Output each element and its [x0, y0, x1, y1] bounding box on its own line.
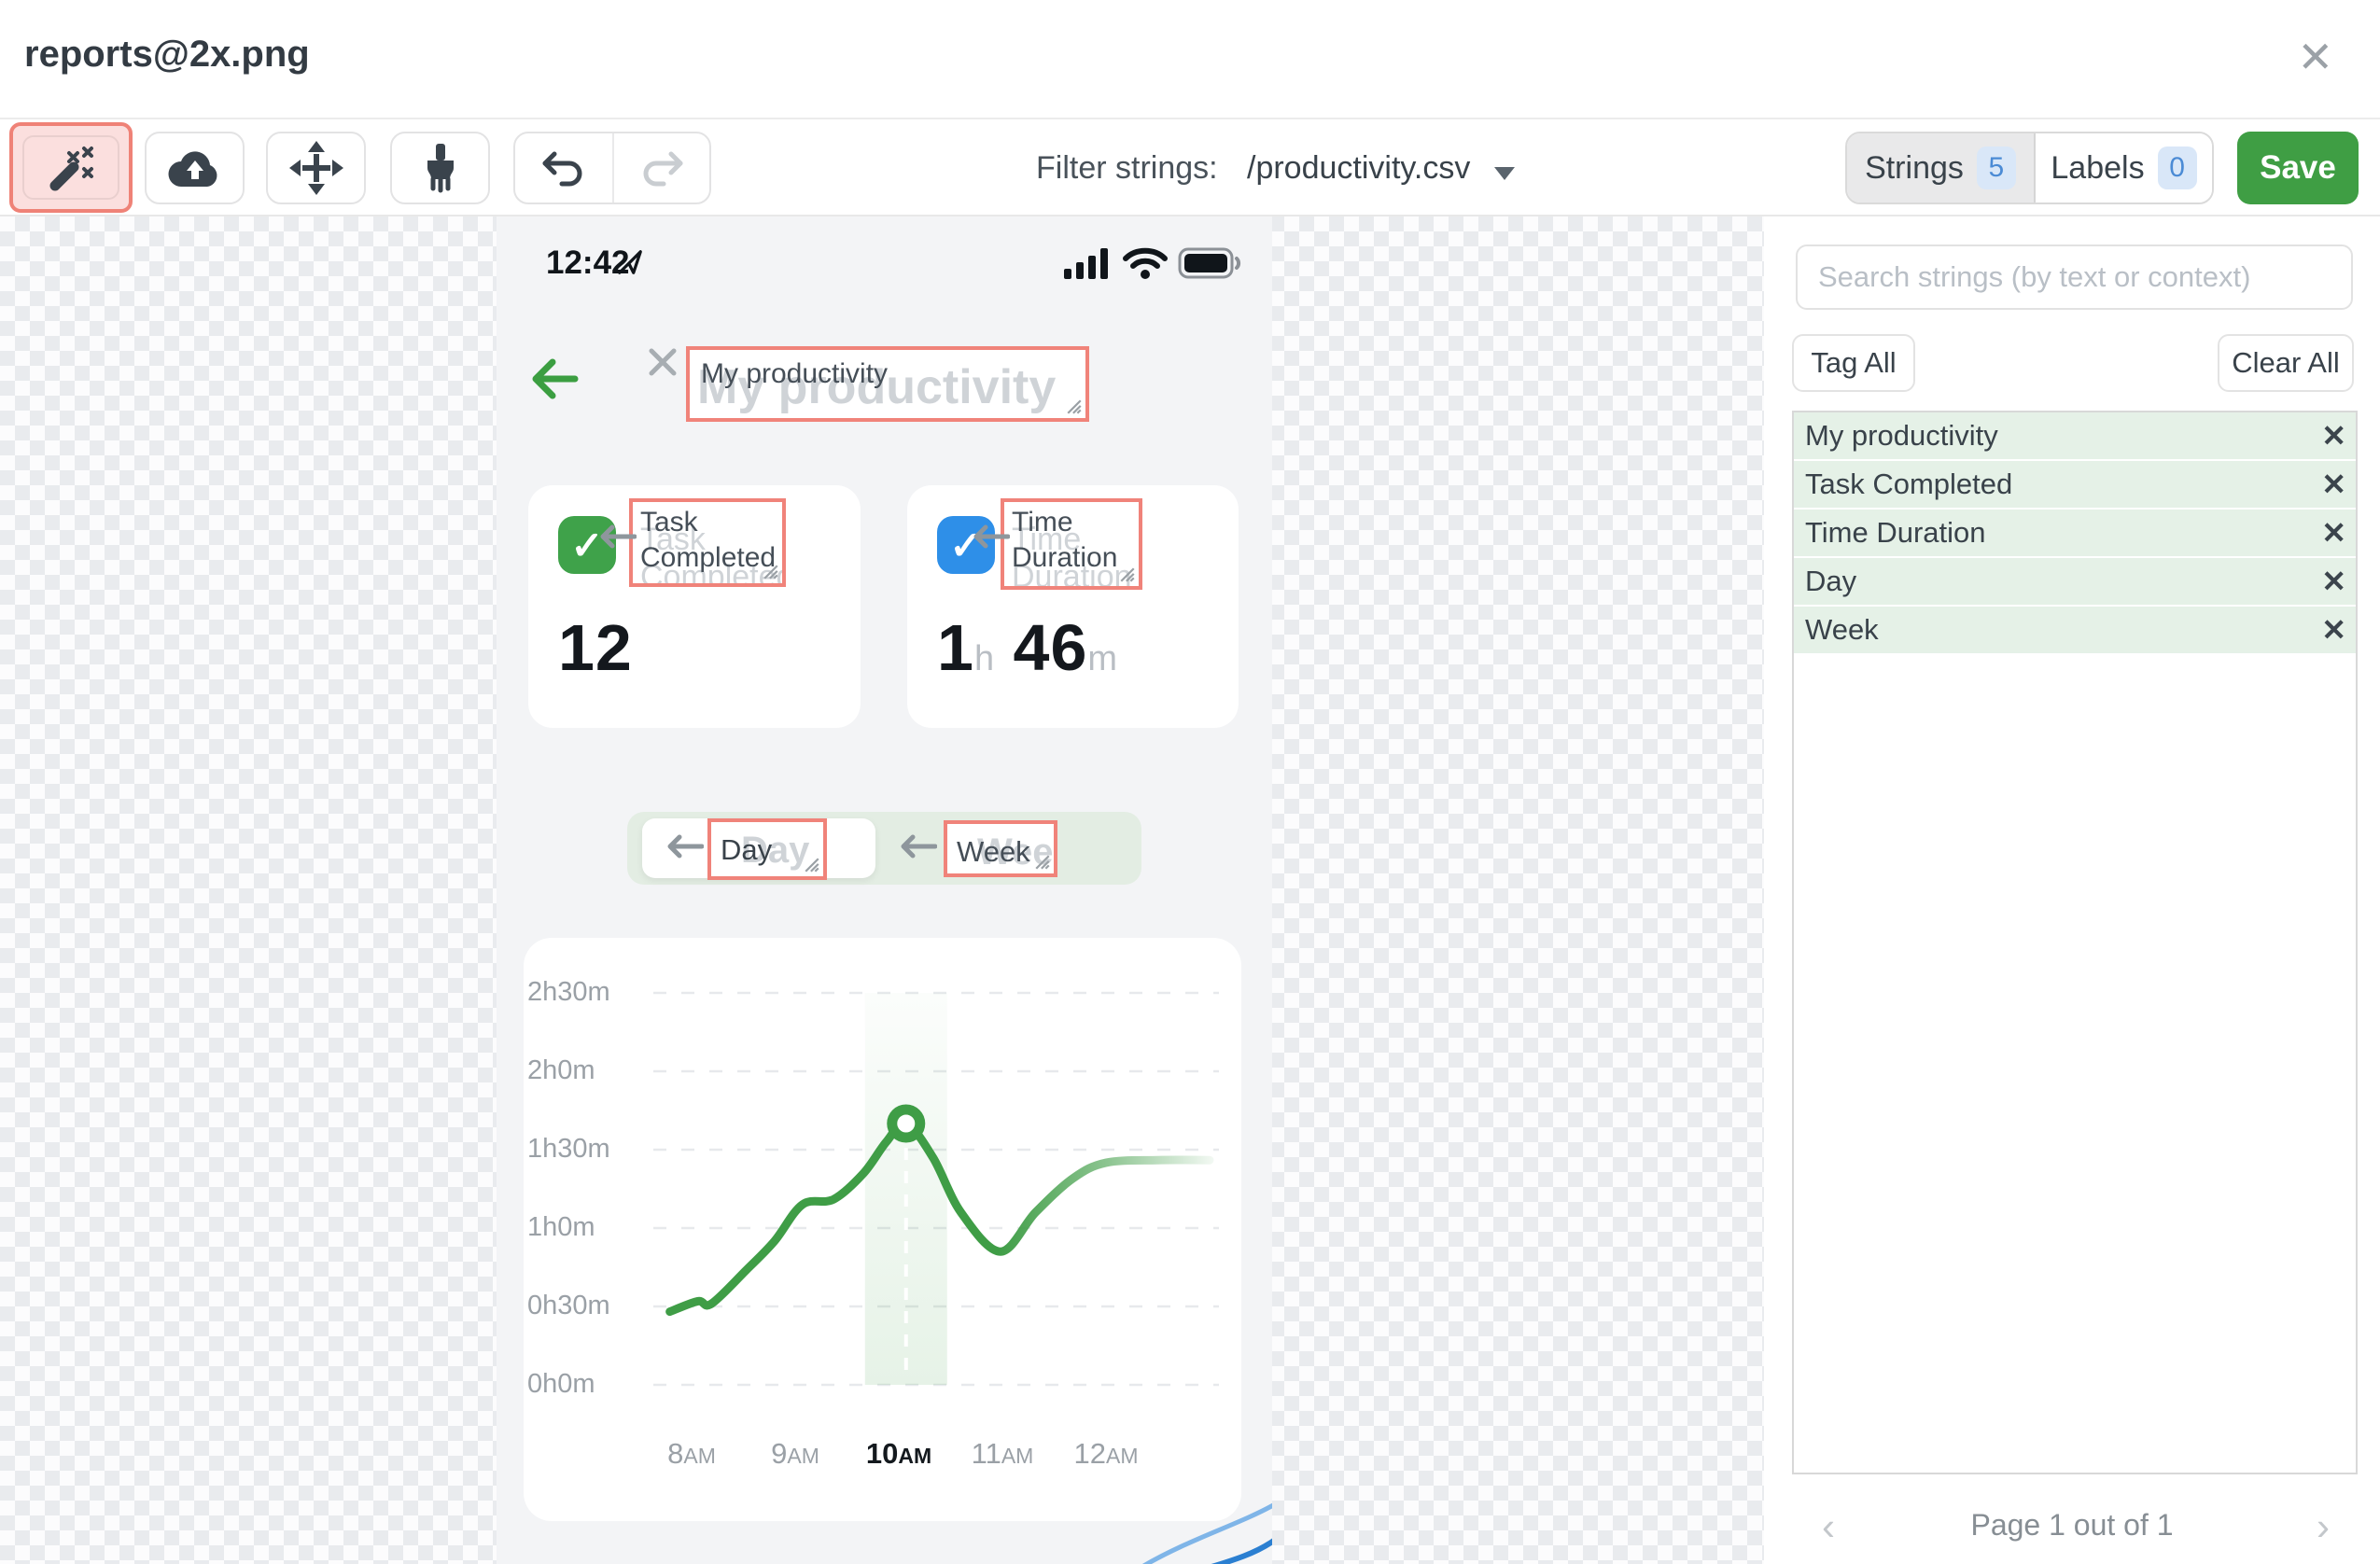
resize-handle-icon[interactable] [1034, 854, 1051, 871]
tag-anchor-arrow-icon [600, 524, 637, 549]
string-remove-icon[interactable]: ✕ [2321, 510, 2346, 556]
filter-file-value: /productivity.csv [1247, 150, 1471, 186]
y-tick-label: 0h30m [527, 1291, 610, 1320]
y-tick-label: 0h0m [527, 1369, 595, 1399]
filter-strings-label: Filter strings: [1036, 150, 1218, 186]
status-bar-icons [1062, 246, 1243, 280]
back-arrow-icon [532, 358, 579, 399]
redo-icon [643, 151, 683, 187]
strings-sidebar: Tag All Clear All My productivity✕Task C… [1764, 216, 2380, 1564]
resize-handle-icon[interactable] [804, 857, 820, 873]
tag-all-button[interactable]: Tag All [1792, 334, 1915, 392]
close-icon[interactable]: ✕ [2297, 32, 2333, 82]
resize-handle-icon[interactable] [1066, 398, 1083, 415]
undo-redo-group [513, 132, 711, 204]
tag-text: My productivity [701, 358, 889, 389]
tag-text: Week [957, 835, 1030, 868]
auto-tag-button[interactable] [9, 122, 133, 213]
clear-all-button[interactable]: Clear All [2218, 334, 2354, 392]
resize-handle-icon[interactable] [1119, 566, 1136, 583]
tag-text: Task Completed [640, 507, 777, 573]
move-icon [288, 141, 343, 195]
undo-icon [542, 151, 582, 187]
chevron-down-icon [1494, 166, 1516, 180]
page-indicator: Page 1 out of 1 [1970, 1508, 2174, 1542]
labels-count-badge: 0 [2157, 147, 2197, 189]
y-tick-label: 1h30m [527, 1134, 610, 1164]
string-row[interactable]: Day ✕ [1794, 558, 2356, 605]
filter-file-dropdown[interactable]: /productivity.csv [1247, 150, 1516, 187]
time-minutes-unit: m [1087, 639, 1118, 678]
tab-strings-label: Strings [1865, 149, 1964, 186]
save-button[interactable]: Save [2237, 132, 2359, 204]
time-hours: 1 [937, 611, 974, 684]
modal-header: reports@2x.png ✕ [0, 0, 2380, 119]
undo-button[interactable] [515, 133, 612, 202]
battery-icon [1178, 247, 1241, 279]
tag-box-week[interactable]: Week Week [944, 820, 1057, 877]
tag-text: Time Duration [1012, 507, 1118, 573]
tab-strings[interactable]: Strings 5 [1847, 133, 2036, 202]
string-remove-icon[interactable]: ✕ [2321, 558, 2346, 605]
task-completed-card: ✓ Task Completed Task Completed 12 [528, 485, 861, 728]
productivity-chart-card: 0h0m 0h30m 1h0m 1h30m 2h0m 2h30m 8AM 9AM 10AM 11… [524, 938, 1241, 1521]
location-arrow-icon [618, 250, 642, 274]
tag-box-time-duration[interactable]: Time Duration Time Duration [1001, 498, 1142, 590]
selected-point-marker[interactable] [887, 1104, 926, 1143]
string-remove-icon[interactable]: ✕ [2321, 412, 2346, 459]
tag-box-day[interactable]: Day Day [707, 818, 827, 880]
time-minutes: 46 [1013, 611, 1088, 684]
strings-count-badge: 5 [1976, 147, 2016, 189]
y-tick-label: 2h0m [527, 1055, 595, 1085]
tag-remove-x-icon[interactable] [644, 343, 681, 381]
string-remove-icon[interactable]: ✕ [2321, 461, 2346, 508]
search-input[interactable] [1796, 244, 2353, 310]
string-row[interactable]: Task Completed ✕ [1794, 461, 2356, 508]
string-text: My productivity [1805, 419, 1998, 452]
redo-button[interactable] [612, 133, 709, 202]
time-value: 1h 46m [937, 610, 1117, 685]
strings-list-panel: My productivity ✕ Task Completed ✕ Time Dura… [1792, 411, 2358, 1474]
x-tick-label: 12AM [1073, 1437, 1139, 1470]
brush-icon [427, 144, 454, 193]
tasks-value: 12 [558, 611, 633, 684]
selected-hour-band [864, 993, 947, 1385]
tag-box-task-completed[interactable]: Task Completed Task Completed [629, 498, 786, 587]
time-duration-card: ✓ Time Duration Time Duration 1h 46m [907, 485, 1239, 728]
file-title: reports@2x.png [24, 34, 310, 75]
auto-tag-button-inner [22, 135, 119, 200]
editor-toolbar: Filter strings: /productivity.csv String… [0, 121, 2380, 216]
tag-anchor-arrow-icon [667, 834, 704, 859]
string-text: Week [1805, 613, 1879, 646]
string-row[interactable]: Time Duration ✕ [1794, 510, 2356, 556]
next-page-icon[interactable]: › [2317, 1504, 2330, 1549]
move-button[interactable] [266, 132, 366, 204]
tag-text: Day [721, 833, 773, 866]
time-hours-unit: h [973, 639, 995, 678]
string-row[interactable]: Week ✕ [1794, 607, 2356, 653]
y-tick-label: 2h30m [527, 977, 610, 1007]
upload-button[interactable] [145, 132, 245, 204]
image-canvas[interactable]: 12:42 My productivity My productivity ✓ … [0, 216, 1764, 1564]
cloud-upload-icon [168, 151, 217, 187]
tag-box-nav-title[interactable]: My productivity My productivity [686, 346, 1089, 422]
cellular-signal-icon [1064, 248, 1108, 279]
string-row[interactable]: My productivity ✕ [1794, 412, 2356, 459]
tag-anchor-arrow-icon [973, 524, 1010, 549]
phone-screenshot: 12:42 My productivity My productivity ✓ … [497, 216, 1272, 1564]
pagination: ‹ Page 1 out of 1 › [1764, 1502, 2380, 1549]
tag-anchor-arrow-icon [901, 834, 937, 859]
y-tick-label: 1h0m [527, 1212, 595, 1242]
resize-handle-icon[interactable] [763, 564, 779, 580]
tab-labels-label: Labels [2051, 149, 2145, 186]
tab-labels[interactable]: Labels 0 [2035, 133, 2212, 202]
string-remove-icon[interactable]: ✕ [2321, 607, 2346, 653]
string-text: Time Duration [1805, 516, 1986, 549]
wifi-icon [1123, 247, 1168, 279]
clean-button[interactable] [390, 132, 490, 204]
strings-labels-tabs: Strings 5 Labels 0 [1845, 132, 2214, 204]
string-text: Task Completed [1805, 468, 2013, 500]
string-text: Day [1805, 565, 1857, 597]
string-tagging-editor: reports@2x.png ✕ Filter strings: /produc… [0, 0, 2380, 1564]
